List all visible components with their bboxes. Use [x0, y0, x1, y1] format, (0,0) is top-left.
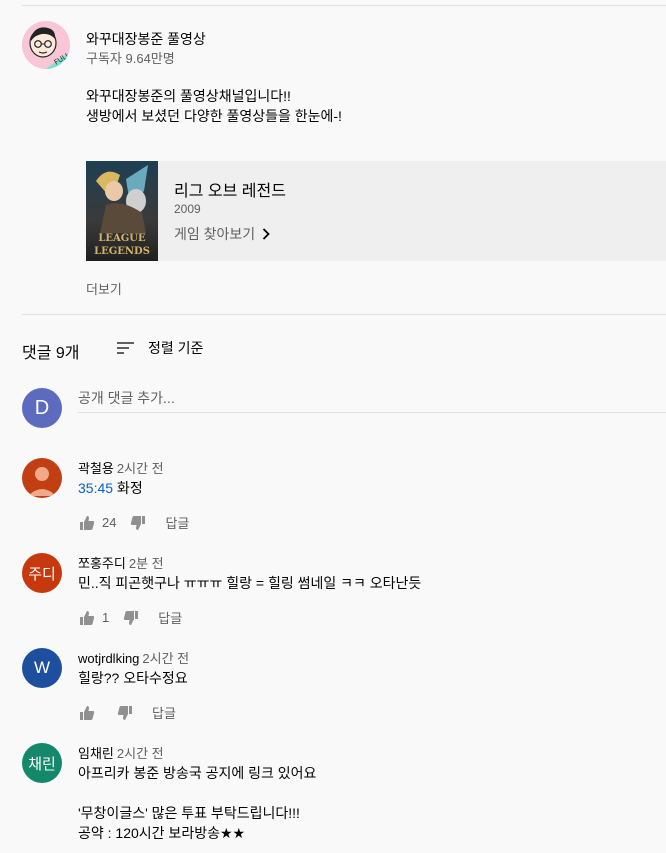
description-line: 와꾸대장봉준의 풀영상채널입니다!!: [86, 88, 291, 104]
game-year: 2009: [174, 202, 201, 216]
subscriber-count: 구독자 9.64만명: [86, 51, 175, 66]
comment-header: 쪼홍주디 2분 전: [78, 553, 164, 572]
commenter-avatar[interactable]: W: [22, 648, 62, 688]
channel-description: 와꾸대장봉준의 풀영상채널입니다!! 생방에서 보셨던 다양한 풀영상들을 한눈…: [86, 86, 342, 126]
commenter-avatar[interactable]: 주디: [22, 553, 62, 593]
dislike-icon[interactable]: [129, 514, 147, 532]
like-icon[interactable]: [78, 609, 96, 627]
comment-item: 곽철용 2시간 전 35:45 화정 24 답글: [22, 458, 666, 538]
comment-line: 공약 : 120시간 보라방송★★: [78, 825, 246, 841]
comment-text: 35:45 화정: [78, 478, 143, 498]
comment-body: 화정: [113, 480, 143, 496]
top-divider: [22, 5, 666, 6]
add-comment-input[interactable]: 공개 댓글 추가...: [78, 388, 666, 413]
comment-header: wotjrdlking 2시간 전: [78, 648, 189, 667]
like-icon[interactable]: [78, 704, 96, 722]
comment-header: 곽철용 2시간 전: [78, 458, 164, 477]
comment-line: '무창이글스' 많은 투표 부탁드립니다!!!: [78, 805, 300, 821]
thumb-legends-text: LEGENDS: [94, 246, 150, 257]
like-icon[interactable]: [78, 514, 96, 532]
comment-actions: 1 답글: [78, 608, 182, 627]
commenter-avatar[interactable]: [22, 458, 62, 498]
comment-author[interactable]: 곽철용: [78, 461, 114, 476]
sort-icon: [117, 342, 134, 354]
thumb-league-text: LEAGUE: [98, 233, 146, 244]
user-avatar[interactable]: D: [22, 388, 62, 428]
dislike-icon[interactable]: [122, 609, 140, 627]
game-title[interactable]: 리그 오브 레전드: [174, 177, 286, 201]
chevron-right-icon: [263, 228, 270, 240]
sort-button[interactable]: 정렬 기준: [116, 338, 203, 358]
like-count: 24: [102, 515, 117, 530]
comment-time[interactable]: 2시간 전: [142, 651, 189, 666]
show-more-button[interactable]: 더보기: [86, 279, 122, 298]
default-person-icon: [28, 467, 56, 496]
reply-button[interactable]: 답글: [158, 608, 182, 627]
channel-avatar-illustration: FULL: [22, 21, 70, 69]
comment-blank-line: [78, 783, 316, 803]
comment-item: W wotjrdlking 2시간 전 힐랑?? 오타수정요 답글: [22, 648, 666, 728]
commenter-avatar[interactable]: 채린: [22, 743, 62, 783]
comment-author[interactable]: 임채린: [78, 746, 114, 761]
comment-author[interactable]: wotjrdlking: [78, 651, 139, 666]
comment-body: 힐랑?? 오타수정요: [78, 670, 188, 686]
reply-button[interactable]: 답글: [165, 513, 189, 532]
comment-item: 채린 임채린 2시간 전 아프리카 봉준 방송국 공지에 링크 있어요 '무창이글…: [22, 743, 666, 848]
reply-button[interactable]: 답글: [152, 703, 176, 722]
comment-actions: 답글: [78, 703, 176, 722]
description-line: 생방에서 보셨던 다양한 풀영상들을 한눈에-!: [86, 108, 342, 124]
comment-header: 임채린 2시간 전: [78, 743, 164, 762]
section-divider: [22, 314, 666, 315]
comment-body: 민..직 피곤햇구나 ㅠㅠㅠ 힐랑 = 힐링 썸네일 ㅋㅋ 오타난듯: [78, 575, 422, 591]
browse-game-link[interactable]: 게임 찾아보기: [174, 224, 273, 244]
sort-label: 정렬 기준: [148, 340, 204, 356]
game-thumbnail[interactable]: LEAGUE LEGENDS: [86, 161, 158, 261]
channel-avatar[interactable]: FULL: [22, 21, 70, 69]
dislike-icon[interactable]: [116, 704, 134, 722]
comment-actions: 24 답글: [78, 513, 189, 532]
like-count: 1: [102, 610, 110, 625]
comment-time[interactable]: 2시간 전: [117, 461, 164, 476]
comment-time[interactable]: 2분 전: [129, 556, 164, 571]
comment-time[interactable]: 2시간 전: [117, 746, 164, 761]
comment-count: 댓글 9개: [22, 345, 80, 362]
game-card[interactable]: LEAGUE LEGENDS 리그 오브 레전드 2009 게임 찾아보기: [86, 161, 666, 261]
comment-author[interactable]: 쪼홍주디: [78, 556, 126, 571]
browse-game-label: 게임 찾아보기: [174, 226, 256, 242]
channel-name[interactable]: 와꾸대장봉준 풀영상: [86, 29, 206, 49]
comment-line: 아프리카 봉준 방송국 공지에 링크 있어요: [78, 765, 317, 781]
comment-body: 아프리카 봉준 방송국 공지에 링크 있어요 '무창이글스' 많은 투표 부탁드…: [78, 763, 316, 843]
comment-item: 주디 쪼홍주디 2분 전 민..직 피곤햇구나 ㅠㅠㅠ 힐랑 = 힐링 썸네일 ㅋ…: [22, 553, 666, 633]
timestamp-link[interactable]: 35:45: [78, 480, 113, 496]
